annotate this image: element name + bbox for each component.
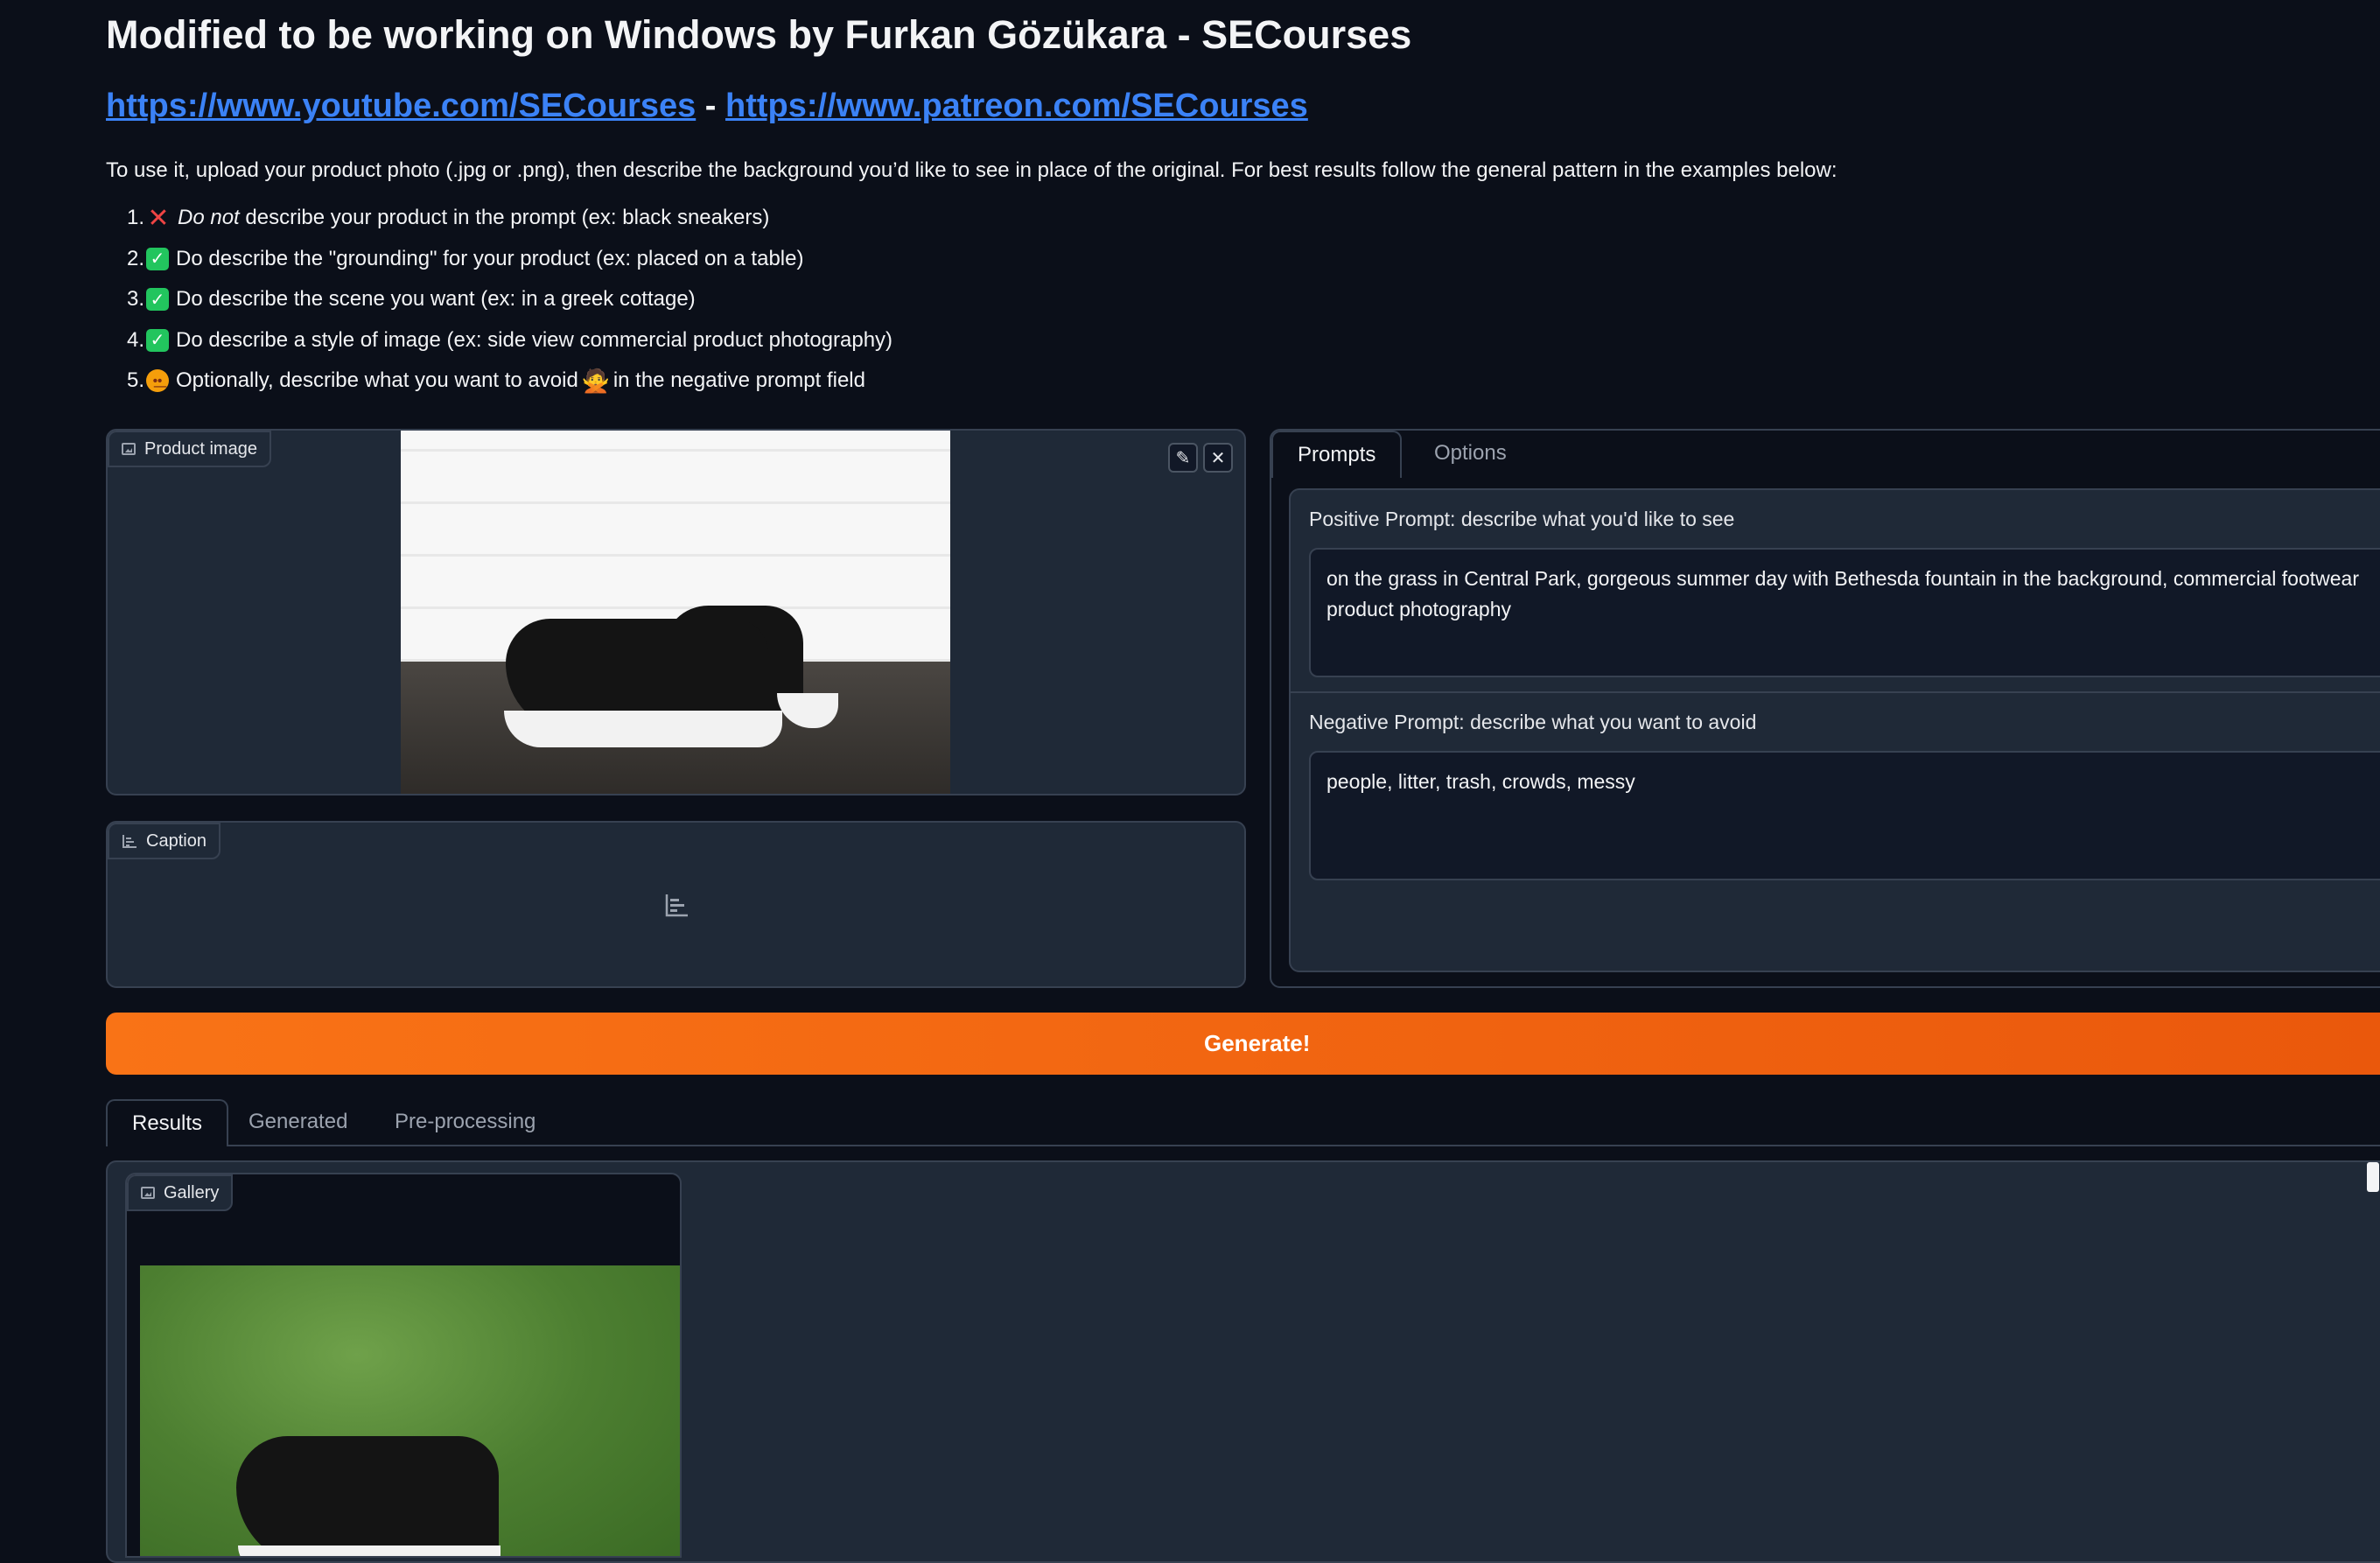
divider <box>1291 691 2380 693</box>
tab-results[interactable]: Results <box>106 1099 229 1146</box>
list-item: 3. ✓ Do describe the scene you want (ex:… <box>127 287 696 312</box>
edit-image-button[interactable]: ✎ <box>1168 443 1198 473</box>
tab-options[interactable]: Options <box>1410 431 1531 476</box>
generate-button[interactable]: Generate! <box>106 1013 2380 1075</box>
gallery-label: Gallery <box>127 1174 234 1211</box>
scrollbar-thumb[interactable] <box>2367 1162 2379 1192</box>
negative-prompt-label: Negative Prompt: describe what you want … <box>1309 711 1757 733</box>
positive-prompt-label: Positive Prompt: describe what you'd lik… <box>1309 508 1735 530</box>
gallery-shoe <box>236 1436 499 1556</box>
empty-caption-icon <box>665 894 688 917</box>
list-item: 4. ✓ Do describe a style of image (ex: s… <box>127 327 893 352</box>
negative-prompt-input[interactable]: people, litter, trash, crowds, messy <box>1309 751 2380 880</box>
prompts-panel: Positive Prompt: describe what you'd lik… <box>1289 488 2380 972</box>
tab-generated[interactable]: Generated <box>224 1099 372 1145</box>
list-item: 2. ✓ Do describe the "grounding" for you… <box>127 246 804 270</box>
product-image-upload[interactable]: Product image ✎ ✕ <box>106 429 1246 796</box>
list-item: 5. •͟• Optionally, describe what you wan… <box>127 367 865 394</box>
check-mark-icon: ✓ <box>146 247 169 270</box>
person-shrugging-icon: 🙅 <box>581 367 610 394</box>
tab-prompts[interactable]: Prompts <box>1271 431 1403 478</box>
link-separator: - <box>704 88 717 124</box>
positive-prompt-input[interactable]: on the grass in Central Park, gorgeous s… <box>1309 548 2380 677</box>
close-icon: ✕ <box>1210 448 1226 468</box>
caption-label: Caption <box>108 823 220 859</box>
thinking-face-icon: •͟• <box>146 369 169 393</box>
pencil-icon: ✎ <box>1175 448 1191 468</box>
image-icon <box>141 1187 155 1199</box>
cross-mark-icon: ✕ <box>147 203 170 233</box>
image-icon <box>122 443 136 455</box>
product-image-label: Product image <box>108 431 271 467</box>
clear-image-button[interactable]: ✕ <box>1203 443 1233 473</box>
gallery[interactable]: Gallery <box>125 1173 682 1558</box>
gallery-shoe-sole <box>238 1545 500 1556</box>
check-mark-icon: ✓ <box>146 288 169 312</box>
page-title: Modified to be working on Windows by Fur… <box>106 12 1412 57</box>
gallery-image[interactable] <box>140 1265 680 1556</box>
bar-chart-icon <box>122 835 136 848</box>
check-mark-icon: ✓ <box>146 328 169 352</box>
list-item: 1. ✕ Do not describe your product in the… <box>127 203 770 233</box>
intro-text: To use it, upload your product photo (.j… <box>106 158 1838 182</box>
patreon-link[interactable]: https://www.patreon.com/SECourses <box>725 88 1308 124</box>
photo-shoe-sole <box>504 711 782 747</box>
results-tabs: Results Generated Pre-processing <box>106 1099 2380 1146</box>
tips-list: 1. ✕ Do not describe your product in the… <box>127 198 892 402</box>
tab-pre-processing[interactable]: Pre-processing <box>370 1099 560 1145</box>
header-links: https://www.youtube.com/SECourses - http… <box>106 88 1308 125</box>
caption-output: Caption <box>106 821 1246 988</box>
product-photo <box>401 431 950 794</box>
youtube-link[interactable]: https://www.youtube.com/SECourses <box>106 88 696 124</box>
